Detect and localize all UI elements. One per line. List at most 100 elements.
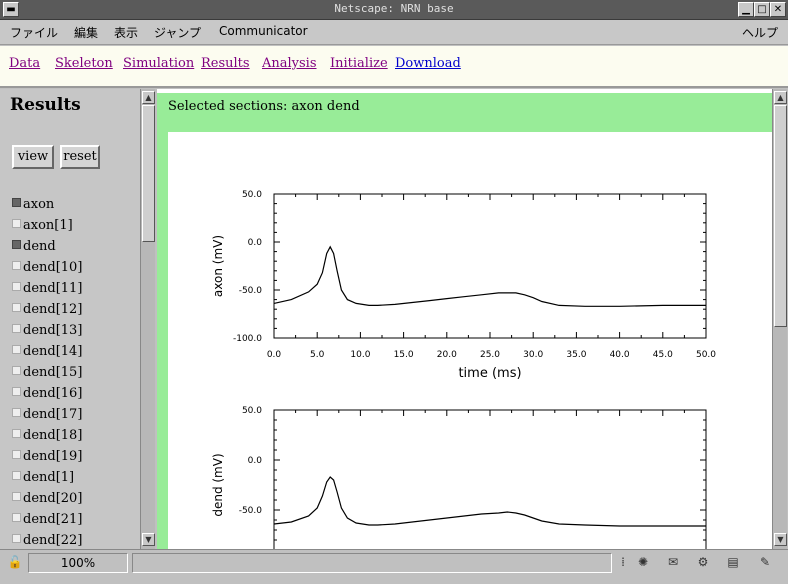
section-label: dend[22] bbox=[23, 533, 83, 548]
nav-link-simulation[interactable]: Simulation bbox=[123, 56, 194, 71]
reset-button[interactable]: reset bbox=[60, 145, 100, 169]
security-lock-icon[interactable]: 🔓 bbox=[6, 554, 24, 570]
plots-svg: 50.0 0.0 -50.0 -100.0 0.0 5.0 10.0 15.0 20.0 25.0… bbox=[211, 190, 716, 549]
nav-link-analysis[interactable]: Analysis bbox=[262, 56, 317, 71]
section-checkbox[interactable] bbox=[12, 471, 21, 480]
section-checkbox[interactable] bbox=[12, 282, 21, 291]
section-item[interactable]: dend[10] bbox=[12, 260, 82, 275]
nav-link-results[interactable]: Results bbox=[201, 56, 250, 71]
y-tick-label: -100.0 bbox=[233, 334, 262, 344]
section-checkbox[interactable] bbox=[12, 387, 21, 396]
zoom-level: 100% bbox=[28, 553, 128, 573]
section-label: dend[11] bbox=[23, 281, 83, 296]
x-tick-label: 15.0 bbox=[394, 350, 414, 360]
section-item[interactable]: dend[14] bbox=[12, 344, 82, 359]
menu-view[interactable]: 表示 bbox=[114, 24, 138, 41]
x-tick-label: 5.0 bbox=[310, 350, 325, 360]
section-label: dend[12] bbox=[23, 302, 83, 317]
y-tick-label: 0.0 bbox=[248, 456, 263, 466]
menu-file[interactable]: ファイル bbox=[10, 24, 58, 41]
maximize-button[interactable]: □ bbox=[754, 2, 770, 17]
section-checkbox[interactable] bbox=[12, 261, 21, 270]
section-item[interactable]: dend[1] bbox=[12, 470, 74, 485]
section-item[interactable]: dend[13] bbox=[12, 323, 82, 338]
section-checkbox[interactable] bbox=[12, 345, 21, 354]
content-scroll-down-icon[interactable]: ▼ bbox=[774, 533, 787, 546]
section-label: dend[15] bbox=[23, 365, 83, 380]
x-tick-label: 50.0 bbox=[696, 350, 716, 360]
scroll-up-arrow-icon[interactable]: ▲ bbox=[142, 91, 155, 104]
section-checkbox[interactable] bbox=[12, 513, 21, 522]
menu-communicator[interactable]: Communicator bbox=[219, 24, 308, 38]
view-button[interactable]: view bbox=[12, 145, 54, 169]
nav-link-initialize[interactable]: Initialize bbox=[330, 56, 388, 71]
nav-link-skeleton[interactable]: Skeleton bbox=[55, 56, 113, 71]
section-item[interactable]: axon[1] bbox=[12, 218, 73, 233]
results-sidebar: Results view reset axon axon[1] dend dend[1… bbox=[0, 89, 140, 549]
x-tick-label: 30.0 bbox=[523, 350, 543, 360]
section-label: dend[18] bbox=[23, 428, 83, 443]
y-tick-label: 50.0 bbox=[242, 406, 262, 416]
section-checkbox[interactable] bbox=[12, 534, 21, 543]
section-checkbox[interactable] bbox=[12, 492, 21, 501]
x-tick-label: 20.0 bbox=[437, 350, 457, 360]
section-checkbox[interactable] bbox=[12, 219, 21, 228]
discussions-icon[interactable]: ⚙ bbox=[694, 554, 712, 570]
x-tick-label: 35.0 bbox=[566, 350, 586, 360]
content-scroll-up-icon[interactable]: ▲ bbox=[774, 91, 787, 104]
section-checkbox[interactable] bbox=[12, 408, 21, 417]
section-label: dend[21] bbox=[23, 512, 83, 527]
section-item[interactable]: dend[18] bbox=[12, 428, 82, 443]
section-label: dend[16] bbox=[23, 386, 83, 401]
section-item[interactable]: dend[21] bbox=[12, 512, 82, 527]
menu-edit[interactable]: 編集 bbox=[74, 24, 98, 41]
section-item[interactable]: dend[11] bbox=[12, 281, 82, 296]
mail-icon[interactable]: ✉ bbox=[664, 554, 682, 570]
navigator-icon[interactable]: ✺ bbox=[634, 554, 652, 570]
composer-icon[interactable]: ▤ bbox=[724, 554, 742, 570]
section-label: dend[17] bbox=[23, 407, 83, 422]
y-tick-label: 50.0 bbox=[242, 190, 262, 200]
content-scroll-thumb[interactable] bbox=[774, 105, 787, 327]
x-tick-label: 0.0 bbox=[267, 350, 282, 360]
nav-frame: Data Skeleton Simulation Results Analysi… bbox=[0, 46, 788, 88]
window-title-bar[interactable]: ▬ Netscape: NRN base ▁ □ ✕ bbox=[0, 0, 788, 20]
section-item[interactable]: dend[19] bbox=[12, 449, 82, 464]
nav-link-data[interactable]: Data bbox=[9, 56, 40, 71]
section-checkbox[interactable] bbox=[12, 429, 21, 438]
minimize-button[interactable]: ▁ bbox=[738, 2, 754, 17]
section-checkbox[interactable] bbox=[12, 303, 21, 312]
section-item[interactable]: dend[12] bbox=[12, 302, 82, 317]
section-checkbox[interactable] bbox=[12, 324, 21, 333]
section-item[interactable]: dend bbox=[12, 239, 56, 254]
y-tick-label: -50.0 bbox=[239, 506, 263, 516]
menu-go[interactable]: ジャンプ bbox=[154, 24, 201, 41]
section-item[interactable]: dend[20] bbox=[12, 491, 82, 506]
scroll-down-arrow-icon[interactable]: ▼ bbox=[142, 533, 155, 546]
section-label: dend[19] bbox=[23, 449, 83, 464]
nav-link-download[interactable]: Download bbox=[395, 56, 461, 71]
close-button[interactable]: ✕ bbox=[770, 2, 786, 17]
sidebar-scroll-thumb[interactable] bbox=[142, 105, 155, 242]
section-item[interactable]: axon bbox=[12, 197, 54, 212]
y-axis-label: axon (mV) bbox=[211, 235, 225, 297]
grip-icon: ⁞ bbox=[621, 555, 625, 569]
section-label: dend[10] bbox=[23, 260, 83, 275]
section-label: dend[14] bbox=[23, 344, 83, 359]
edit-icon[interactable]: ✎ bbox=[756, 554, 774, 570]
section-checkbox[interactable] bbox=[12, 240, 21, 249]
x-tick-label: 10.0 bbox=[350, 350, 370, 360]
section-checkbox[interactable] bbox=[12, 366, 21, 375]
sidebar-scrollbar[interactable]: ▲ ▼ bbox=[140, 89, 155, 549]
section-item[interactable]: dend[17] bbox=[12, 407, 82, 422]
status-message bbox=[132, 553, 612, 573]
menu-help[interactable]: ヘルプ bbox=[742, 24, 778, 41]
content-scrollbar[interactable]: ▲ ▼ bbox=[772, 89, 787, 549]
section-checkbox[interactable] bbox=[12, 450, 21, 459]
status-bar: 🔓 100% ⁞ ✺ ✉ ⚙ ▤ ✎ bbox=[0, 549, 788, 584]
section-item[interactable]: dend[22] bbox=[12, 533, 82, 548]
section-item[interactable]: dend[16] bbox=[12, 386, 82, 401]
x-axis-label: time (ms) bbox=[458, 366, 521, 381]
section-checkbox[interactable] bbox=[12, 198, 21, 207]
section-item[interactable]: dend[15] bbox=[12, 365, 82, 380]
